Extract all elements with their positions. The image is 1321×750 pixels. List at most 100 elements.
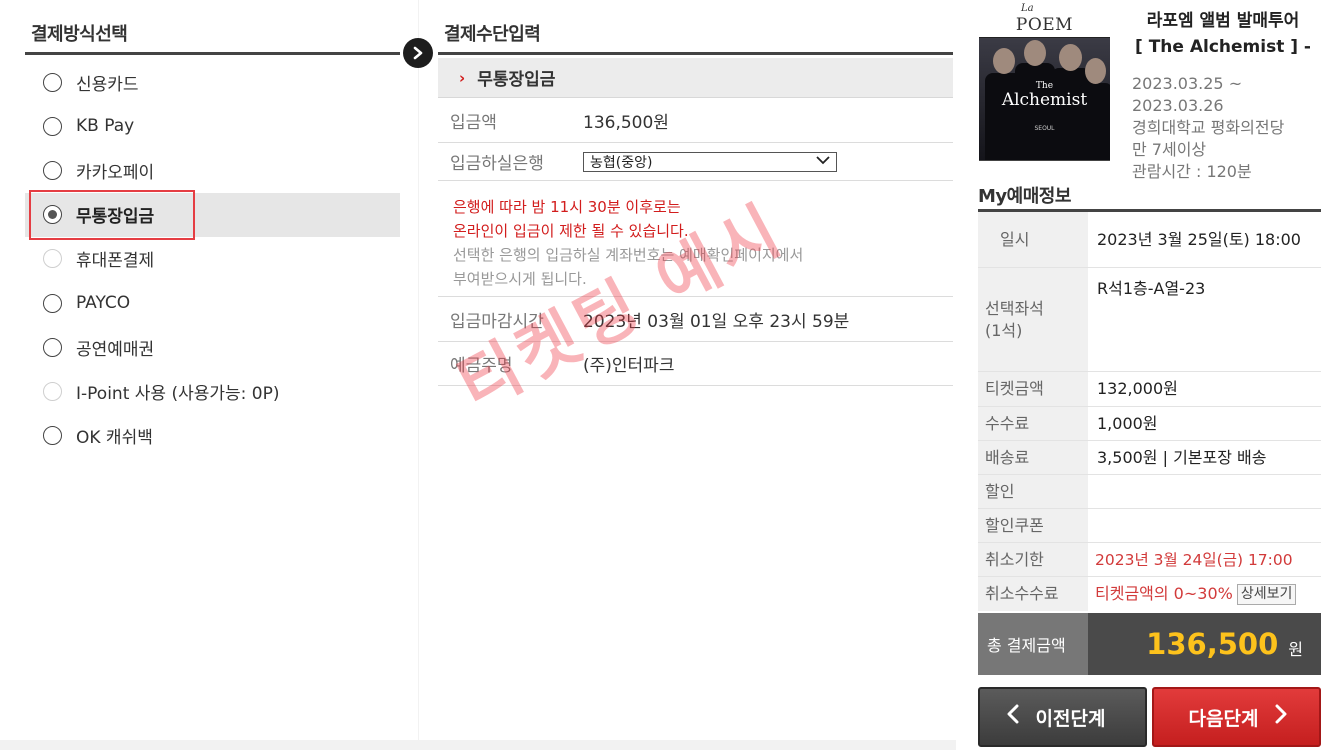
method-label: 휴대폰결제 <box>76 251 155 272</box>
seat-row: 선택좌석 (1석) R석1층-A열-23 <box>978 268 1321 372</box>
next-step-button[interactable]: 다음단계 <box>1152 687 1321 747</box>
chevron-right-icon: › <box>459 68 466 87</box>
method-i-point[interactable]: I-Point 사용 (사용가능: 0P) <box>25 369 400 413</box>
delivery-value: 3,500원 | 기본포장 배송 <box>1097 447 1267 467</box>
method-label: OK 캐쉬백 <box>76 428 153 449</box>
bank-transfer-header: › 무통장입금 <box>438 58 953 98</box>
chevron-right-icon <box>403 38 433 68</box>
poster-title: The Alchemist <box>1001 81 1088 110</box>
cancel-fee-value: 티켓금액의 0~30% 상세보기 <box>1088 577 1321 611</box>
fee-row: 수수료 1,000원 <box>978 407 1321 441</box>
delivery-label: 배송료 <box>978 441 1088 474</box>
account-holder-row: 예금주명 (주)인터파크 <box>438 342 953 386</box>
method-bank-transfer[interactable]: 무통장입금 <box>25 189 400 240</box>
fee-value: 1,000원 <box>1097 413 1158 433</box>
reservation-info-table: 일시 2023년 3월 25일(토) 18:00 선택좌석 (1석) R석1층-… <box>978 212 1321 611</box>
cancel-deadline-value: 2023년 3월 24일(금) 17:00 <box>1095 550 1293 569</box>
notice-gray-line-1: 선택한 은행의 입금하실 계좌번호는 예매확인페이지에서 <box>453 246 804 264</box>
previous-step-label: 이전단계 <box>1035 707 1106 730</box>
datetime-row: 일시 2023년 3월 25일(토) 18:00 <box>978 212 1321 268</box>
poster-logo: POEM <box>1015 14 1074 35</box>
radio-disabled-icon[interactable] <box>43 381 62 401</box>
radio-icon[interactable] <box>43 116 62 136</box>
my-reservation-title: My예매정보 <box>978 186 1071 207</box>
method-kakao-pay[interactable]: 카카오페이 <box>25 148 400 192</box>
total-payment-label: 총 결제금액 <box>978 613 1088 675</box>
title-divider <box>438 52 953 55</box>
datetime-label: 일시 <box>978 212 1088 267</box>
poster-subtitle: SEOUL <box>1034 125 1055 132</box>
radio-icon[interactable] <box>43 426 62 446</box>
payment-method-list: 신용카드 KB Pay 카카오페이 무통장입금 휴대폰결제 PAYCO 공연예매… <box>25 60 400 458</box>
cancel-deadline-row: 취소기한 2023년 3월 24일(금) 17:00 <box>978 543 1321 577</box>
cancel-fee-row: 취소수수료 티켓금액의 0~30% 상세보기 <box>978 577 1321 611</box>
radio-icon[interactable] <box>43 293 62 313</box>
delivery-row: 배송료 3,500원 | 기본포장 배송 <box>978 441 1321 475</box>
radio-icon[interactable] <box>43 72 62 92</box>
notice-red-line-1: 은행에 따라 밤 11시 30분 이후로는 <box>453 198 681 216</box>
bank-transfer-subtitle: 무통장입금 <box>477 70 556 90</box>
total-payment-amount: 136,500 <box>1146 627 1279 661</box>
payment-method-title: 결제방식선택 <box>31 24 128 45</box>
chevron-right-icon <box>1274 704 1288 730</box>
title-divider <box>25 52 400 55</box>
deposit-notice: 은행에 따라 밤 11시 30분 이후로는 온라인이 입금이 제한 될 수 있습… <box>438 181 953 297</box>
deadline-value: 2023년 03월 01일 오후 23시 59분 <box>583 311 850 332</box>
discount-row: 할인 <box>978 475 1321 509</box>
payment-input-title: 결제수단입력 <box>444 24 541 45</box>
deposit-amount-value: 136,500원 <box>583 113 669 133</box>
cancel-fee-label: 취소수수료 <box>978 577 1088 611</box>
method-ok-cashbag[interactable]: OK 캐쉬백 <box>25 414 400 458</box>
bank-select-row: 입금하실은행 농협(중앙) <box>438 143 953 181</box>
deposit-amount-label: 입금액 <box>450 113 497 133</box>
next-step-label: 다음단계 <box>1188 707 1259 730</box>
method-credit-card[interactable]: 신용카드 <box>25 60 400 104</box>
deadline-row: 입금마감시간 2023년 03월 01일 오후 23시 59분 <box>438 297 953 342</box>
ticket-price-label: 티켓금액 <box>978 372 1088 406</box>
poster-logo-small: La <box>1021 3 1034 14</box>
payment-input-panel: 결제수단입력 › 무통장입금 입금액 136,500원 입금하실은행 농협(중앙… <box>419 0 956 740</box>
coupon-value <box>1088 509 1321 542</box>
method-label: I-Point 사용 (사용가능: 0P) <box>76 383 280 404</box>
show-date-end: 2023.03.26 <box>1132 96 1224 115</box>
selection-highlight-box <box>29 189 195 240</box>
total-payment-row: 총 결제금액 136,500 원 <box>978 613 1321 675</box>
seat-value: R석1층-A열-23 <box>1097 279 1206 298</box>
coupon-row: 할인쿠폰 <box>978 509 1321 543</box>
reservation-summary-panel: La POEM The Alchemist SEOUL 라포엠 앨범 발매투어 … <box>956 0 1321 750</box>
discount-value <box>1088 475 1321 508</box>
show-runtime: 관람시간 : 120분 <box>1132 162 1252 181</box>
method-kb-pay[interactable]: KB Pay <box>25 104 400 148</box>
datetime-value: 2023년 3월 25일(토) 18:00 <box>1097 229 1301 249</box>
fee-label: 수수료 <box>978 407 1088 440</box>
account-holder-value: (주)인터파크 <box>583 356 675 376</box>
previous-step-button[interactable]: 이전단계 <box>978 687 1147 747</box>
radio-disabled-icon[interactable] <box>43 249 62 269</box>
show-venue: 경희대학교 평화의전당 <box>1132 118 1285 137</box>
chevron-left-icon <box>1006 704 1020 730</box>
method-performance-voucher[interactable]: 공연예매권 <box>25 325 400 369</box>
show-date-start: 2023.03.25 ~ <box>1132 74 1243 93</box>
notice-red-line-2: 온라인이 입금이 제한 될 수 있습니다. <box>453 222 689 240</box>
radio-icon[interactable] <box>43 160 62 180</box>
radio-icon[interactable] <box>43 337 62 357</box>
cancel-fee-detail-button[interactable]: 상세보기 <box>1236 583 1297 605</box>
method-label: 카카오페이 <box>76 162 155 183</box>
chevron-down-icon <box>816 154 830 169</box>
seat-label: 선택좌석 (1석) <box>978 268 1088 371</box>
total-payment-unit: 원 <box>1288 640 1303 659</box>
method-mobile-payment[interactable]: 휴대폰결제 <box>25 237 400 281</box>
method-label: PAYCO <box>76 293 131 314</box>
ticket-price-value: 132,000원 <box>1097 379 1178 398</box>
bank-label: 입금하실은행 <box>450 154 544 174</box>
method-payco[interactable]: PAYCO <box>25 281 400 325</box>
account-holder-label: 예금주명 <box>450 356 513 376</box>
bank-select-value: 농협(중앙) <box>590 154 653 171</box>
show-name: 라포엠 앨범 발매투어 [ The Alchemist ] - <box>1135 11 1311 57</box>
bank-select[interactable]: 농협(중앙) <box>583 151 837 172</box>
ticket-price-row: 티켓금액 132,000원 <box>978 372 1321 407</box>
notice-gray-line-2: 부여받으시게 됩니다. <box>453 270 587 288</box>
total-payment-value: 136,500 원 <box>1088 613 1321 675</box>
method-label: 공연예매권 <box>76 339 155 360</box>
deposit-amount-row: 입금액 136,500원 <box>438 99 953 143</box>
